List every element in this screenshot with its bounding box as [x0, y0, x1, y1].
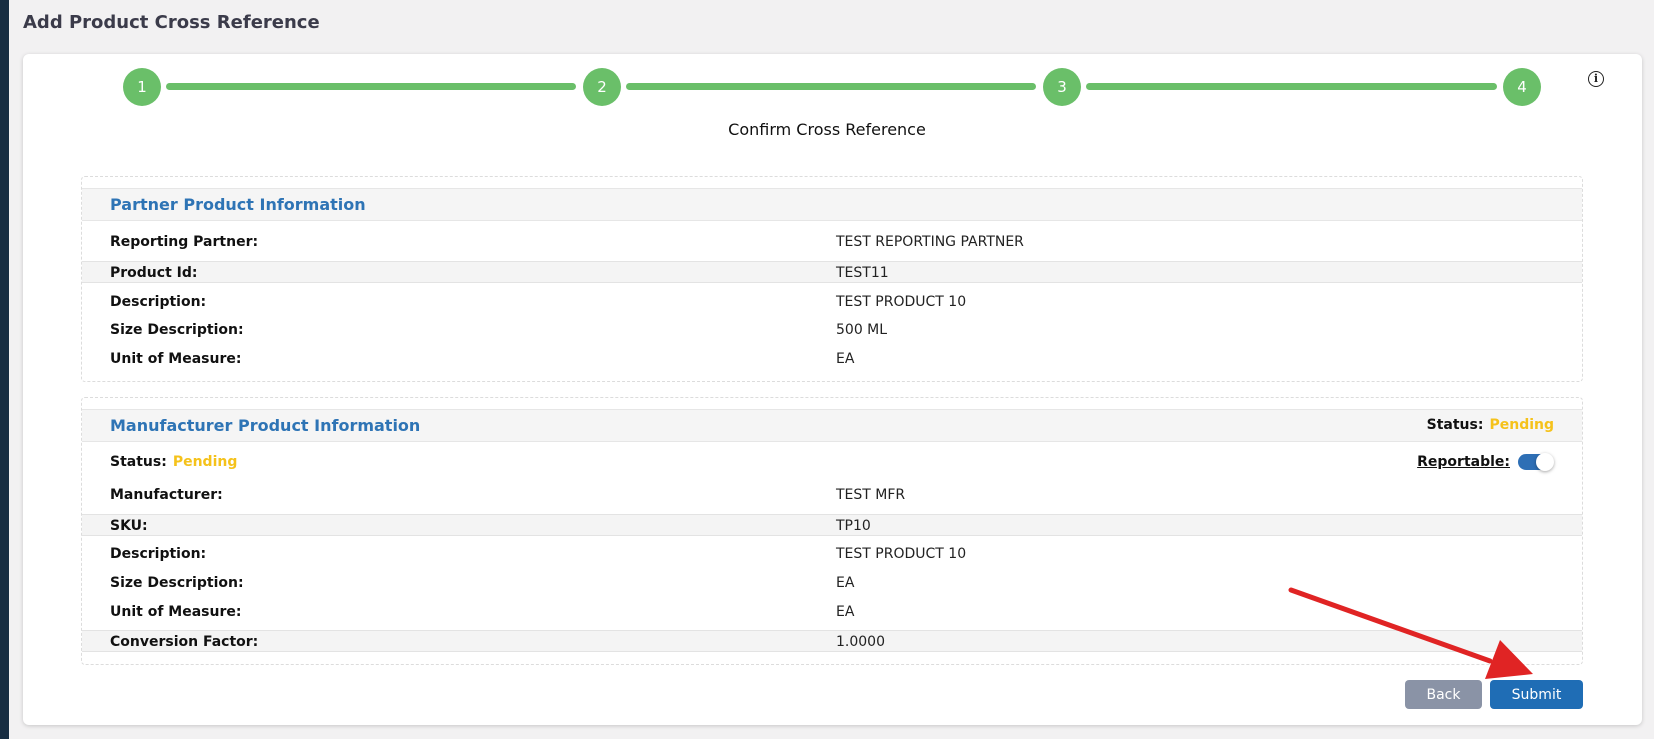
left-edge	[0, 0, 9, 739]
table-row: Product Id: TEST11	[82, 261, 1582, 283]
reporting-partner-value: TEST REPORTING PARTNER	[836, 234, 1024, 250]
partner-uom-label: Unit of Measure:	[110, 351, 242, 367]
partner-info-title: Partner Product Information	[110, 195, 366, 214]
header-status: Status: Pending	[1427, 417, 1554, 433]
back-button[interactable]: Back	[1405, 680, 1482, 709]
partner-info-panel: Partner Product Information Reporting Pa…	[81, 176, 1583, 382]
step-3[interactable]: 3	[1043, 68, 1081, 106]
conversion-factor-label: Conversion Factor:	[110, 634, 259, 650]
step-4[interactable]: 4	[1503, 68, 1541, 106]
mfr-size-value: EA	[836, 575, 855, 591]
toggle-knob	[1536, 453, 1554, 471]
mfr-status-value: Pending	[172, 454, 238, 470]
submit-button[interactable]: Submit	[1490, 680, 1583, 709]
mfr-description-label: Description:	[110, 546, 207, 562]
manufacturer-info-title: Manufacturer Product Information	[110, 416, 421, 435]
product-id-label: Product Id:	[110, 265, 198, 281]
manufacturer-info-header: Manufacturer Product Information Status:…	[82, 409, 1582, 442]
mfr-size-label: Size Description:	[110, 575, 244, 591]
mfr-status-label: Status:	[110, 454, 167, 470]
table-row: Description: TEST PRODUCT 10	[82, 543, 1582, 565]
table-row: SKU: TP10	[82, 514, 1582, 536]
manufacturer-info-panel: Manufacturer Product Information Status:…	[81, 397, 1583, 665]
sku-value: TP10	[836, 518, 871, 534]
step-connector-2	[626, 83, 1036, 90]
page-title: Add Product Cross Reference	[23, 12, 320, 33]
table-row: Unit of Measure: EA	[82, 348, 1582, 370]
partner-description-value: TEST PRODUCT 10	[836, 294, 967, 310]
table-row: Reporting Partner: TEST REPORTING PARTNE…	[82, 231, 1582, 253]
manufacturer-label: Manufacturer:	[110, 487, 223, 503]
table-row: Size Description: EA	[82, 572, 1582, 594]
table-row: Manufacturer: TEST MFR	[82, 484, 1582, 506]
reportable-label[interactable]: Reportable:	[1417, 454, 1510, 470]
partner-size-label: Size Description:	[110, 322, 244, 338]
step-heading: Confirm Cross Reference	[728, 120, 926, 139]
partner-size-value: 500 ML	[836, 322, 888, 338]
sku-label: SKU:	[110, 518, 148, 534]
partner-info-header: Partner Product Information	[82, 188, 1582, 221]
product-id-value: TEST11	[836, 265, 889, 281]
partner-description-label: Description:	[110, 294, 207, 310]
step-2[interactable]: 2	[583, 68, 621, 106]
partner-uom-value: EA	[836, 351, 855, 367]
conversion-factor-value: 1.0000	[836, 634, 885, 650]
table-row: Size Description: 500 ML	[82, 319, 1582, 341]
table-row: Unit of Measure: EA	[82, 601, 1582, 623]
mfr-uom-value: EA	[836, 604, 855, 620]
mfr-uom-label: Unit of Measure:	[110, 604, 242, 620]
reporting-partner-label: Reporting Partner:	[110, 234, 259, 250]
manufacturer-value: TEST MFR	[836, 487, 906, 503]
reportable-toggle[interactable]	[1518, 453, 1554, 471]
info-icon[interactable]: i	[1588, 71, 1604, 87]
step-1[interactable]: 1	[123, 68, 161, 106]
step-connector-1	[166, 83, 576, 90]
header-status-value: Pending	[1489, 417, 1554, 433]
table-row: Description: TEST PRODUCT 10	[82, 291, 1582, 313]
mfr-description-value: TEST PRODUCT 10	[836, 546, 967, 562]
step-connector-3	[1086, 83, 1497, 90]
reportable-control: Reportable:	[1417, 453, 1554, 471]
table-row: Conversion Factor: 1.0000	[82, 630, 1582, 652]
header-status-label: Status:	[1426, 417, 1484, 433]
mfr-status: Status: Pending	[110, 454, 237, 470]
